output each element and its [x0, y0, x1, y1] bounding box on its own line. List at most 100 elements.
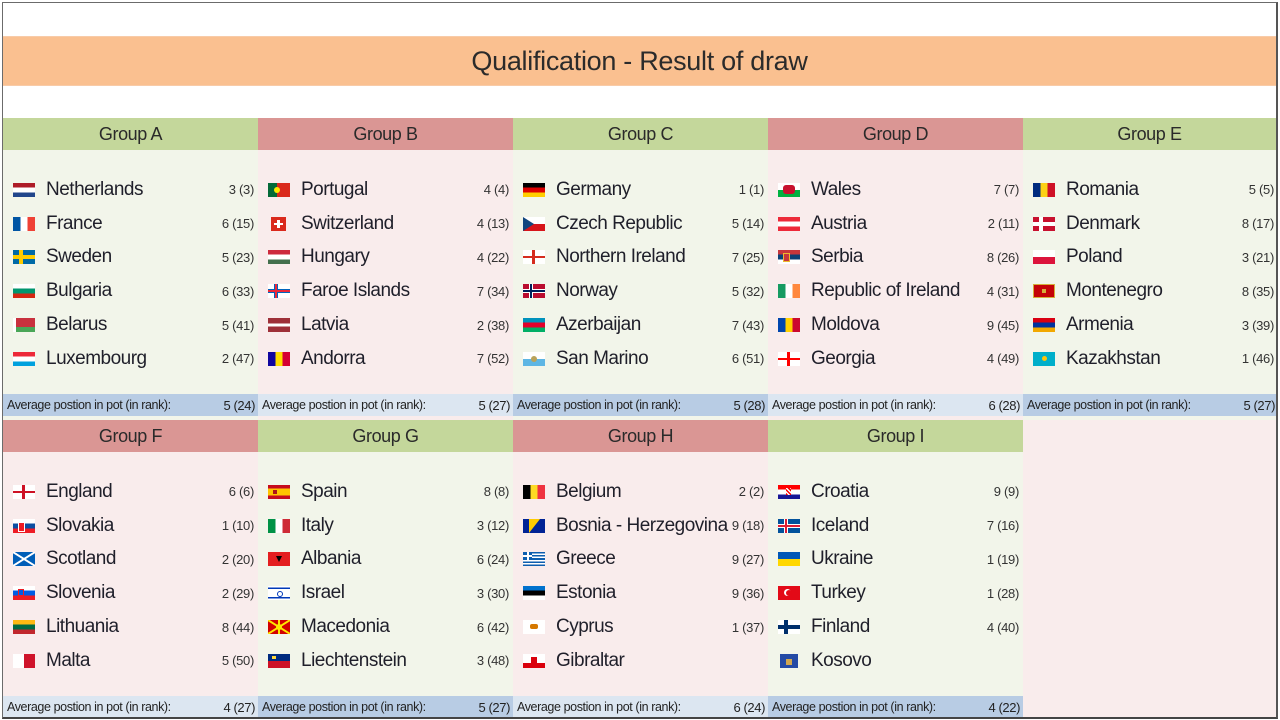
average-label: Average postion in pot (in rank):	[7, 700, 171, 714]
team-rank: 4 (31)	[986, 283, 1019, 299]
belarus-flag-icon	[13, 318, 35, 333]
team-name: Wales	[811, 178, 861, 200]
armenia-flag-icon	[1033, 318, 1055, 333]
team-row: Austria 2 (11)	[768, 207, 1023, 241]
team-rank: 3 (30)	[476, 585, 509, 601]
team-name: Latvia	[301, 314, 349, 336]
group-header: Group B	[258, 118, 513, 150]
team-rank: 7 (7)	[993, 182, 1020, 198]
team-row: Finland 4 (40)	[768, 610, 1023, 644]
group-header: Group I	[768, 420, 1023, 452]
team-name: Austria	[811, 212, 867, 234]
austria-flag-icon	[778, 216, 800, 231]
group-header: Group A	[3, 118, 258, 150]
team-row: Turkey 1 (28)	[768, 576, 1023, 610]
team-row: Faroe Islands 7 (34)	[258, 274, 513, 308]
macedonia-flag-icon	[268, 620, 290, 635]
group-a: Group A Netherlands 3 (3) France 6 (15) …	[3, 118, 258, 420]
team-name: Germany	[556, 178, 631, 200]
team-rank: 9 (27)	[731, 551, 764, 567]
team-row: Liechtenstein 3 (48)	[258, 644, 513, 678]
turkey-flag-icon	[778, 586, 800, 601]
group-i: Group I Croatia 9 (9) Iceland 7 (16) Ukr…	[768, 420, 1023, 717]
team-row: Italy 3 (12)	[258, 509, 513, 543]
group-e: Group E Romania 5 (5) Denmark 8 (17) Pol…	[1023, 118, 1276, 420]
team-name: Belarus	[46, 314, 107, 336]
team-list: Belgium 2 (2) Bosnia - Herzegovina 9 (18…	[513, 475, 768, 678]
team-name: England	[46, 480, 113, 502]
team-name: Finland	[811, 616, 870, 638]
team-name: Georgia	[811, 347, 876, 369]
team-name: Denmark	[1066, 212, 1140, 234]
team-rank: 1 (28)	[986, 585, 1019, 601]
team-row: Bulgaria 6 (33)	[3, 274, 258, 308]
team-rank: 4 (13)	[476, 216, 509, 232]
group-h: Group H Belgium 2 (2) Bosnia - Herzegovi…	[513, 420, 768, 717]
team-name: Faroe Islands	[301, 280, 410, 302]
team-name: Serbia	[811, 246, 863, 268]
team-row: Gibraltar	[513, 644, 768, 678]
team-row: Netherlands 3 (3)	[3, 173, 258, 207]
team-name: Netherlands	[46, 178, 143, 200]
average-value: 5 (27)	[1243, 397, 1275, 413]
team-rank: 8 (26)	[986, 249, 1019, 265]
team-row: Armenia 3 (39)	[1023, 308, 1276, 342]
team-row: Latvia 2 (38)	[258, 308, 513, 342]
team-rank: 8 (17)	[1241, 216, 1274, 232]
average-value: 6 (24)	[733, 699, 765, 715]
average-label: Average postion in pot (in rank):	[517, 700, 681, 714]
team-row: Belgium 2 (2)	[513, 475, 768, 509]
average-position-row: Average postion in pot (in rank): 4 (27)	[3, 696, 258, 717]
team-name: Lithuania	[46, 616, 119, 638]
team-name: Czech Republic	[556, 212, 683, 234]
team-rank: 3 (12)	[476, 518, 509, 534]
iceland-flag-icon	[778, 518, 800, 533]
liechtenstein-flag-icon	[268, 653, 290, 668]
team-row: Switzerland 4 (13)	[258, 207, 513, 241]
team-row: Poland 3 (21)	[1023, 241, 1276, 275]
albania-flag-icon	[268, 552, 290, 567]
latvia-flag-icon	[268, 318, 290, 333]
group-header: Group H	[513, 420, 768, 452]
team-row: Hungary 4 (22)	[258, 241, 513, 275]
team-rank: 8 (8)	[483, 484, 510, 500]
team-name: Ukraine	[811, 548, 873, 570]
cyprus-flag-icon	[523, 620, 545, 635]
average-value: 5 (27)	[478, 397, 510, 413]
georgia-flag-icon	[778, 351, 800, 366]
average-position-row: Average postion in pot (in rank): 4 (22)	[768, 696, 1023, 717]
team-rank: 6 (42)	[476, 619, 509, 635]
team-name: Israel	[301, 582, 345, 604]
england-flag-icon	[13, 484, 35, 499]
team-row: Norway 5 (32)	[513, 274, 768, 308]
team-rank: 3 (21)	[1241, 249, 1274, 265]
finland-flag-icon	[778, 620, 800, 635]
team-row: Kazakhstan 1 (46)	[1023, 342, 1276, 376]
team-list: England 6 (6) Slovakia 1 (10) Scotland 2…	[3, 475, 258, 678]
team-rank: 9 (18)	[731, 518, 764, 534]
average-value: 6 (28)	[988, 397, 1020, 413]
team-row: Czech Republic 5 (14)	[513, 207, 768, 241]
average-position-row: Average postion in pot (in rank): 5 (24)	[3, 394, 258, 416]
team-rank: 6 (6)	[228, 484, 255, 500]
team-row: Georgia 4 (49)	[768, 342, 1023, 376]
team-name: Republic of Ireland	[811, 280, 960, 302]
team-name: Scotland	[46, 548, 116, 570]
draw-result-sheet: Qualification - Result of draw Group A N…	[2, 2, 1278, 719]
team-row: Estonia 9 (36)	[513, 576, 768, 610]
team-row: Macedonia 6 (42)	[258, 610, 513, 644]
team-rank: 6 (51)	[731, 351, 764, 367]
average-label: Average postion in pot (in rank):	[772, 398, 936, 412]
team-name: Macedonia	[301, 616, 390, 638]
team-name: Belgium	[556, 480, 622, 502]
team-row: Malta 5 (50)	[3, 644, 258, 678]
team-row: Bosnia - Herzegovina 9 (18)	[513, 509, 768, 543]
malta-flag-icon	[13, 653, 35, 668]
group-header: Group D	[768, 118, 1023, 150]
team-rank: 5 (50)	[221, 653, 254, 669]
germany-flag-icon	[523, 182, 545, 197]
group-g: Group G Spain 8 (8) Italy 3 (12) Albania…	[258, 420, 513, 717]
team-row: Kosovo	[768, 644, 1023, 678]
team-row: Northern Ireland 7 (25)	[513, 241, 768, 275]
team-rank: 4 (4)	[483, 182, 510, 198]
